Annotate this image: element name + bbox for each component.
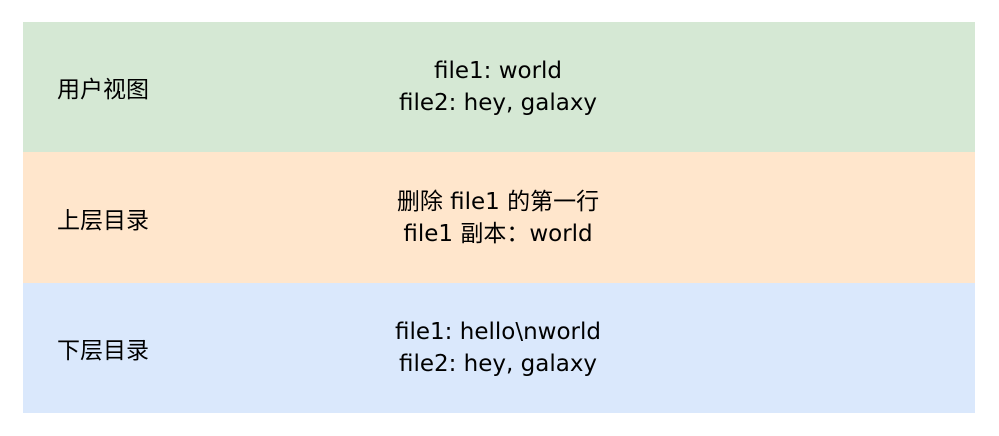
lower-dir-layer: 下层目录 file1: hello\nworld file2: hey, gal… <box>23 283 975 413</box>
lower-dir-line-2: file2: hey, galaxy <box>398 351 598 377</box>
lower-dir-label: 下层目录 <box>57 338 149 364</box>
user-view-line-2: file2: hey, galaxy <box>398 90 598 116</box>
user-view-line-1: file1: world <box>433 58 563 84</box>
lower-dir-content: file1: hello\nworld file2: hey, galaxy <box>323 283 673 413</box>
upper-dir-label: 上层目录 <box>57 207 149 234</box>
upper-dir-line-2: file1 副本：world <box>403 220 593 247</box>
user-view-label: 用户视图 <box>57 77 149 103</box>
layer-diagram: 用户视图 file1: world file2: hey, galaxy 上层目… <box>23 22 975 413</box>
user-view-content: file1: world file2: hey, galaxy <box>323 22 673 152</box>
upper-dir-layer: 上层目录 删除 file1 的第一行 file1 副本：world <box>23 152 975 283</box>
upper-dir-line-1: 删除 file1 的第一行 <box>396 188 600 215</box>
user-view-layer: 用户视图 file1: world file2: hey, galaxy <box>23 22 975 152</box>
upper-dir-content: 删除 file1 的第一行 file1 副本：world <box>323 152 673 283</box>
lower-dir-line-1: file1: hello\nworld <box>395 319 601 345</box>
